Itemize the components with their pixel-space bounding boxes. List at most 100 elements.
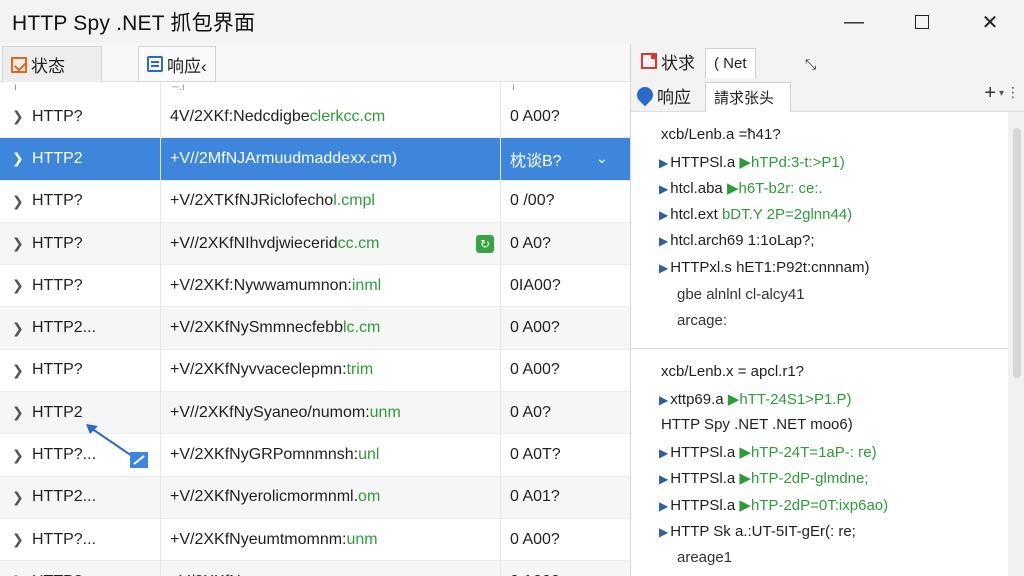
expand-chevron-icon[interactable]: ❯ xyxy=(12,193,24,210)
status-icon xyxy=(11,56,27,73)
expand-triangle-icon[interactable]: ▶ xyxy=(659,525,668,539)
detail-tab-row-1: 状求 ( Net ⤡ xyxy=(631,44,1024,78)
url-cell: +V/2XKfNyerolicmormnml.om xyxy=(170,488,380,506)
header-key: HTTPSl.a xyxy=(670,443,736,461)
header-line[interactable]: ▶ HTTPSl.a ▶hTPd:3-t:>P1) xyxy=(659,153,845,171)
header-line[interactable]: HTTP Spy .NET .NET moo6) xyxy=(659,416,853,433)
header-line[interactable]: ▶ HTTPSl.a ▶hTP-24T=1aP-: ге) xyxy=(659,443,877,461)
url-cell: +V//2MfNJArmuudmaddexx.cm) xyxy=(170,150,397,168)
header-line[interactable]: arcage: xyxy=(675,312,727,329)
header-line[interactable]: ▶ HTTPxl.s hET1:P92t:cnnnam) xyxy=(659,259,869,276)
expand-chevron-icon[interactable]: ❯ xyxy=(12,235,24,252)
expand-chevron-icon[interactable]: ❯ xyxy=(12,150,24,167)
request-row[interactable]: ❯ HTTP2... +V/2XKfNyerolicmormnml.om 0 A01? xyxy=(0,476,630,519)
header-key: HTTP Spy .NET .NET xyxy=(661,416,807,434)
more-menu-button[interactable]: ⋮ xyxy=(1006,84,1020,101)
maximize-button[interactable] xyxy=(888,0,956,44)
request-row[interactable]: ❯ HTTP2... +V/2XKfNySmmnecfebblc.cm 0 A00? xyxy=(0,307,630,350)
header-value: =ħ41? xyxy=(738,126,781,143)
column-header-url[interactable]: ─.ı xyxy=(172,82,185,93)
expand-triangle-icon[interactable]: ▶ xyxy=(659,499,668,513)
request-row[interactable]: ❯ HTTP? +V/2XKf:Nywwamumnon:inml 0IA00? xyxy=(0,265,630,308)
header-key: htcl.ext xyxy=(670,205,718,223)
close-button[interactable]: ✕ xyxy=(956,0,1024,44)
expand-chevron-icon[interactable]: ❯ xyxy=(12,404,24,421)
header-value: bDT.Y 2P=2glnn44) xyxy=(721,205,853,223)
scrollbar-thumb[interactable] xyxy=(1013,128,1021,378)
url-domain: cc.cm xyxy=(337,234,380,252)
column-divider[interactable] xyxy=(160,82,161,576)
url-path: +V//2MfNJArmuudmaddexx.cm) xyxy=(170,149,398,167)
size-cell: 0IA00? xyxy=(510,276,561,294)
tab-dropdown-button[interactable]: ▾ xyxy=(999,88,1004,99)
tab-request[interactable]: 状求 xyxy=(641,46,695,76)
header-key: xttp69.a xyxy=(670,390,724,408)
expand-chevron-icon[interactable]: ❯ xyxy=(12,108,24,125)
url-path: +V/2XKfNyerolicmormnml. xyxy=(170,488,359,506)
expand-chevron-icon[interactable]: ❯ xyxy=(12,447,24,464)
pin-icon[interactable]: ⤡ xyxy=(805,56,816,73)
expand-triangle-icon[interactable]: ▶ xyxy=(659,156,668,170)
expand-triangle-icon[interactable]: ▶ xyxy=(659,182,668,196)
column-divider[interactable] xyxy=(500,82,501,576)
refresh-badge-icon[interactable]: ↻ xyxy=(476,234,494,253)
tab-response-detail[interactable]: 响应 xyxy=(633,80,691,110)
header-line[interactable]: xcb/Lenb.x = apcl.r1? xyxy=(659,363,804,380)
expand-chevron-icon[interactable]: ❯ xyxy=(12,489,24,506)
header-line[interactable]: xcb/Lenb.a =ħ41? xyxy=(659,126,781,143)
expand-chevron-icon[interactable]: ❯ xyxy=(12,362,24,379)
request-row[interactable]: ❯ HTTP? 4V/2XKf:Nedcdigbeclerkcc.cm 0 A00? xyxy=(0,96,630,139)
header-line[interactable]: ▶ xttp69.a ▶hTT-24S1>P1.P) xyxy=(659,390,851,408)
add-tab-button[interactable]: + xyxy=(984,82,996,105)
expand-triangle-icon[interactable]: ▶ xyxy=(659,208,668,222)
url-path: +V/2XKfNyGRPomnmnsh: xyxy=(170,446,359,464)
request-row[interactable]: ❯ HTTP? +V/2XKfNyvvaceclepmn:trim 0 A00? xyxy=(0,350,630,393)
url-domain: unm xyxy=(346,530,378,548)
expand-triangle-icon[interactable]: ▶ xyxy=(659,234,668,248)
tab-request-headers[interactable]: 請求张头 xyxy=(705,82,791,112)
header-key: gbe alnlnl cl-alcy41 xyxy=(677,285,805,303)
chevron-down-icon[interactable]: ⌄ xyxy=(596,150,608,167)
tab-label: 請求张头 xyxy=(714,90,775,107)
request-row[interactable]: ❯HTTP?+V/2XKfNyyumncnm:cm0 A00? xyxy=(0,561,630,576)
header-key: HTTPSl.a xyxy=(670,470,736,488)
column-header-size[interactable]: ı xyxy=(512,82,515,93)
url-domain: inml xyxy=(351,276,382,294)
header-line[interactable]: ▶ HTTPSl.a ▶hTP-2dP-glmdne; xyxy=(659,469,869,487)
window-title: HTTP Spy .NET 抓包界面 xyxy=(12,12,256,35)
header-line[interactable]: ▶ HTTP Sk a.:UT-5IT-gEr(: re; xyxy=(659,523,856,540)
header-line[interactable]: ▶ htcl.arch69 1:1oLap?; xyxy=(659,232,815,249)
header-key: HTTPxl.s xyxy=(670,259,732,276)
expand-triangle-icon[interactable]: ▶ xyxy=(659,446,668,460)
expand-chevron-icon[interactable]: ❯ xyxy=(12,277,24,294)
expand-chevron-icon[interactable]: ❯ xyxy=(12,531,24,548)
header-line[interactable]: ▶ HTTPSl.a ▶hTP-2dP=0T:ixp6ao) xyxy=(659,496,888,514)
request-row[interactable]: ❯ HTTP?... +V/2XKfNyeumtmomnm:unm 0 A00? xyxy=(0,519,630,562)
header-line[interactable]: gbe alnlnl cl-alcy41 xyxy=(675,286,805,303)
tab-net[interactable]: ( Net xyxy=(705,48,756,78)
expand-triangle-icon[interactable]: ▶ xyxy=(659,472,668,486)
request-rows: ❯ HTTP? 4V/2XKf:Nedcdigbeclerkcc.cm 0 A00? ❯… xyxy=(0,96,630,576)
header-value: ▶hTP-2dP-glmdne; xyxy=(739,470,869,488)
header-line[interactable]: ▶ htcl.aba ▶h6T-b2r: ce:. xyxy=(659,179,823,197)
minimize-button[interactable]: — xyxy=(820,0,888,44)
expand-triangle-icon[interactable]: ▶ xyxy=(659,261,668,275)
request-row[interactable]: ❯ HTTP? +V/2XTKfNJRiclofechol.cmpl 0 /00? xyxy=(0,181,630,223)
header-line[interactable]: areage1 xyxy=(675,549,732,566)
url-cell: +V/2XKfNyGRPomnmnsh:unl xyxy=(170,446,379,464)
column-header-protocol[interactable]: ı xyxy=(14,82,17,93)
tab-status[interactable]: 状态 xyxy=(2,46,102,82)
header-line[interactable]: ▶ htcl.ext bDT.Y 2P=2glnn44) xyxy=(659,206,852,223)
tab-label: 状求 xyxy=(661,53,695,73)
header-key: htcl.arch69 xyxy=(670,232,744,250)
title-bar: HTTP Spy .NET 抓包界面 — ✕ xyxy=(0,0,1024,44)
expand-chevron-icon[interactable]: ❯ xyxy=(12,320,24,337)
protocol-cell: HTTP? xyxy=(32,361,83,379)
tab-label: ( Net xyxy=(714,55,747,72)
request-row[interactable]: ❯ HTTP2 +V//2MfNJArmuudmaddexx.cm) 枕谈B? ⌄ xyxy=(0,138,630,181)
tab-response[interactable]: 响应‹ xyxy=(138,46,216,82)
size-cell: 0 A0? xyxy=(510,403,551,421)
expand-triangle-icon[interactable]: ▶ xyxy=(659,393,668,407)
request-row[interactable]: ❯ HTTP? +V//2XKfNIhvdjwieceridcc.cm 0 A0? ↻ xyxy=(0,222,630,266)
url-cell: +V//2XKfNIhvdjwieceridcc.cm xyxy=(170,235,379,253)
